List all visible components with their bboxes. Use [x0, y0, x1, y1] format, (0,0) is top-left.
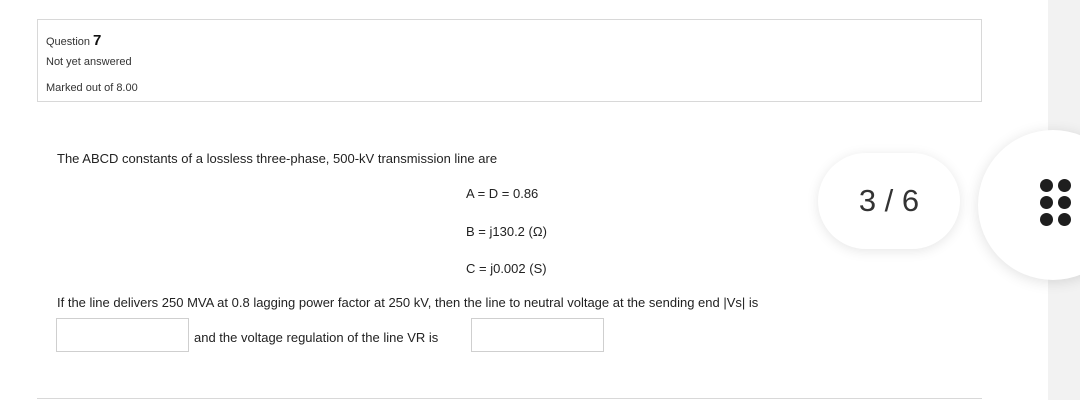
question-info-box: Question 7 Not yet answered Marked out of… — [37, 19, 982, 102]
question-label-text: Question — [46, 36, 91, 48]
question-marks: Marked out of 8.00 — [46, 82, 138, 94]
vs-answer-input[interactable] — [56, 318, 189, 352]
equation-ad: A = D = 0.86 — [466, 186, 539, 201]
question-intro: The ABCD constants of a lossless three-p… — [57, 151, 498, 166]
page-counter: 3 / 6 — [818, 153, 960, 249]
section-divider — [37, 398, 982, 399]
question-number: 7 — [93, 32, 102, 49]
question-label: Question 7 — [46, 32, 101, 49]
question-status: Not yet answered — [46, 56, 132, 68]
more-menu-button[interactable] — [978, 130, 1080, 280]
vr-prompt-text: and the voltage regulation of the line V… — [194, 330, 439, 345]
vr-answer-input[interactable] — [471, 318, 604, 352]
equation-c: C = j0.002 (S) — [466, 261, 547, 276]
equation-b: B = j130.2 (Ω) — [466, 224, 547, 239]
question-delivery-text: If the line delivers 250 MVA at 0.8 lagg… — [57, 295, 759, 310]
